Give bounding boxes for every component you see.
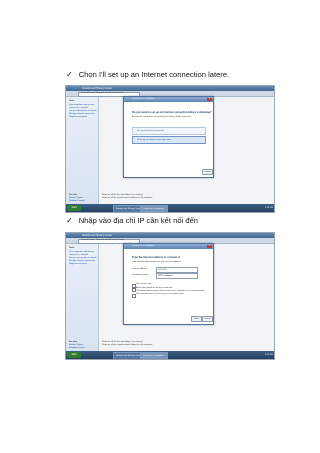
screenshot-internet-address: Network and Sharing Center Control Panel…: [65, 232, 275, 360]
task-link[interactable]: Set up a connection or network: [69, 110, 97, 112]
checkbox-note: This option allows anyone with access to…: [136, 290, 206, 292]
clock: 2:19 PM: [264, 207, 273, 209]
close-icon[interactable]: ✕: [207, 245, 212, 248]
task-link[interactable]: View computers and devices: [69, 251, 94, 253]
step1-caption: ✓ Chọn I'll set up an Internet connection…: [66, 70, 229, 79]
dialog-title: Connect to a workplace: [132, 98, 155, 100]
see-also-heading: See also: [69, 341, 78, 343]
tasks-heading: Tasks: [69, 247, 75, 249]
option-label: Set up an Internet connection: [137, 130, 165, 132]
step2-text: Nhập vào địa chỉ IP cần kết nối đến: [78, 216, 199, 225]
checkbox-label: Don't connect now; just set it up so I c…: [136, 293, 184, 295]
see-also-link[interactable]: Windows Firewall: [69, 200, 85, 202]
close-icon[interactable]: ✕: [207, 98, 212, 101]
option-label: I'll set up an Internet connection later: [137, 139, 171, 141]
sharing-line[interactable]: Show me all the shared network folders o…: [102, 197, 152, 199]
task-link[interactable]: Connect to a network: [69, 254, 88, 256]
task-link[interactable]: Manage network connections: [69, 113, 95, 115]
input-value: 10.0.0.10: [158, 269, 167, 271]
connect-workplace-dialog: Connect to a workplace ✕ Do you want to …: [123, 96, 214, 178]
destination-name-input[interactable]: VPN Connection: [156, 273, 198, 279]
start-button[interactable]: Start: [67, 352, 81, 358]
dialog-hint: Your network administrator can give you …: [132, 261, 182, 263]
address-text: Control Panel › Network and Sharing Cent…: [81, 92, 124, 94]
tasks-pane: Tasks View computers and devices Connect…: [66, 244, 99, 351]
dialog-titlebar: Connect to a workplace: [124, 244, 213, 249]
option-setup-internet[interactable]: Set up an Internet connection: [132, 127, 206, 135]
dialog-question: Do you want to set up an Internet connec…: [132, 111, 212, 114]
destination-label: Destination name:: [132, 274, 149, 276]
input-value: VPN Connection: [158, 275, 173, 277]
checkmark-icon: ✓: [66, 216, 73, 225]
taskbar: Start Network and Sharing Center Connect…: [66, 204, 274, 212]
checkmark-icon: ✓: [66, 70, 73, 79]
task-link[interactable]: Connect to a network: [69, 107, 88, 109]
task-link[interactable]: View computers and devices: [69, 104, 94, 106]
checkbox-label: Use a smart card: [136, 283, 152, 285]
start-button[interactable]: Start: [67, 205, 81, 211]
taskbar-item[interactable]: Connect to a workplace: [140, 352, 168, 359]
address-label: Internet address:: [132, 268, 148, 270]
see-also-link[interactable]: Internet Options: [69, 344, 83, 346]
taskbar-item[interactable]: Network and Sharing Center: [113, 352, 141, 359]
task-link[interactable]: Diagnose and repair: [69, 263, 87, 265]
sharing-line[interactable]: Show me all the shared network folders o…: [102, 344, 152, 346]
address-text: Control Panel › Network and Sharing Cent…: [81, 239, 124, 241]
checkbox-label: Allow other people to use this connectio…: [136, 287, 173, 289]
task-link[interactable]: Manage network connections: [69, 260, 95, 262]
task-link[interactable]: Diagnose and repair: [69, 116, 87, 118]
step1-text: Chọn I'll set up an Internet connection …: [78, 70, 230, 79]
sharing-line[interactable]: Show me all the files and folders I am s…: [102, 194, 142, 196]
step2-caption: ✓ Nhập vào địa chỉ IP cần kết nối đến: [66, 216, 198, 225]
cancel-button[interactable]: Cancel: [202, 169, 213, 175]
see-also-link[interactable]: Windows Firewall: [69, 347, 85, 349]
taskbar-item[interactable]: Network and Sharing Center: [113, 205, 141, 212]
task-link[interactable]: Set up a connection or network: [69, 257, 97, 259]
dialog-titlebar: Connect to a workplace: [124, 97, 213, 102]
see-also-heading: See also: [69, 194, 78, 196]
taskbar-item[interactable]: Connect to a workplace: [140, 205, 168, 212]
dialog-title: Connect to a workplace: [132, 245, 155, 247]
see-also-link[interactable]: Internet Options: [69, 197, 83, 199]
dialog-heading: Type the Internet address to connect to: [132, 256, 181, 259]
connect-workplace-dialog: Connect to a workplace ✕ Type the Intern…: [123, 243, 214, 325]
tasks-heading: Tasks: [69, 100, 75, 102]
option-setup-later[interactable]: I'll set up an Internet connection later: [132, 136, 206, 144]
dialog-note: An Internet connection is necessary for …: [132, 116, 192, 118]
tasks-pane: Tasks View computers and devices Connect…: [66, 97, 99, 204]
taskbar: Start Network and Sharing Center Connect…: [66, 351, 274, 359]
clock: 2:20 PM: [264, 354, 273, 356]
next-button[interactable]: Next: [191, 316, 202, 322]
screenshot-connect-workplace: Network and Sharing Center Control Panel…: [65, 85, 275, 213]
cancel-button[interactable]: Cancel: [202, 316, 213, 322]
sharing-line[interactable]: Show me all the files and folders I am s…: [102, 341, 142, 343]
